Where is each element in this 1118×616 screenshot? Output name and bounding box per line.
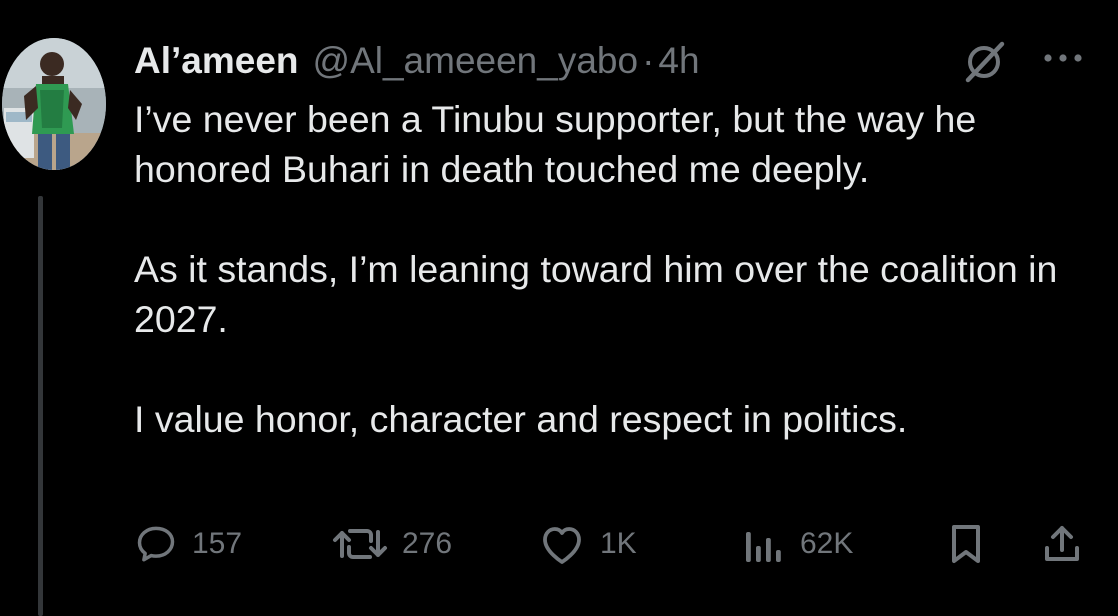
tweet-header: Al’ameen @Al_ameeen_yabo · 4h	[134, 36, 700, 86]
repost-count: 276	[402, 527, 453, 560]
author-name[interactable]: Al’ameen	[134, 36, 299, 86]
heart-icon	[543, 527, 581, 564]
share-icon	[1045, 526, 1079, 561]
views-count: 62K	[800, 527, 854, 560]
separator-dot: ·	[642, 40, 655, 81]
repost-icon	[333, 529, 387, 559]
more-options-icon[interactable]	[1042, 46, 1086, 70]
reply-count: 157	[192, 527, 243, 560]
bookmark-icon	[952, 525, 980, 563]
reply-icon	[137, 526, 175, 562]
action-bar: 157 276 1K 62K	[0, 514, 1118, 574]
bookmark-button[interactable]	[944, 514, 988, 574]
like-button[interactable]: 1K	[538, 514, 637, 574]
tweet-paragraph: As it stands, I’m leaning toward him ove…	[134, 248, 1058, 340]
avatar[interactable]	[2, 38, 106, 170]
author-handle[interactable]: @Al_ameeen_yabo	[313, 36, 639, 86]
reply-button[interactable]: 157	[134, 514, 242, 574]
views-button[interactable]: 62K	[742, 514, 853, 574]
tweet-time[interactable]: 4h	[658, 36, 699, 86]
tweet-paragraph: I’ve never been a Tinubu supporter, but …	[134, 98, 977, 190]
tweet-text: I’ve never been a Tinubu supporter, but …	[134, 94, 1104, 444]
like-count: 1K	[600, 527, 637, 560]
views-icon	[746, 532, 781, 562]
share-button[interactable]	[1040, 514, 1084, 574]
profile-photo	[2, 38, 106, 170]
grok-icon[interactable]	[962, 40, 1006, 84]
tweet-paragraph: I value honor, character and respect in …	[134, 398, 908, 440]
repost-button[interactable]: 276	[332, 514, 452, 574]
